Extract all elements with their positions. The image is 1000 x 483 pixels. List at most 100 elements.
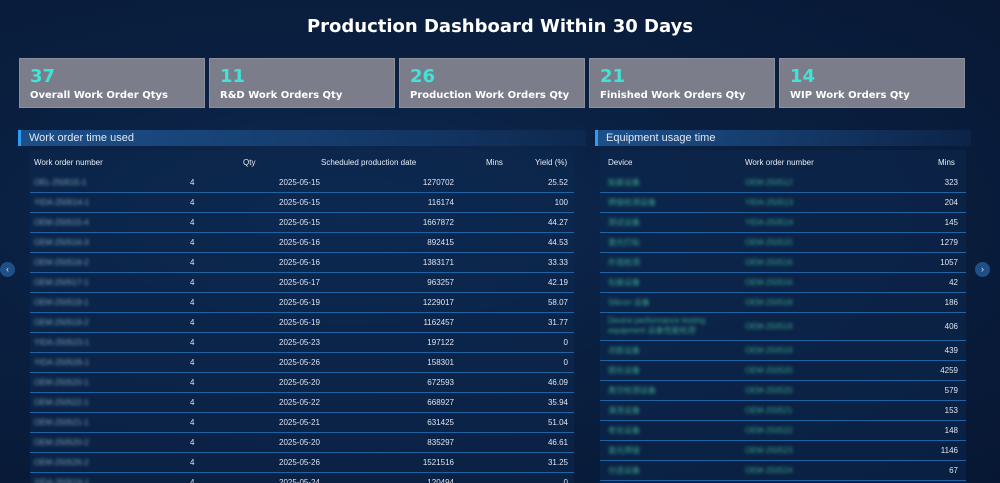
table-row[interactable]: YIDA-250514-1 4 2025-05-15 116174 100 (30, 193, 574, 213)
table-row[interactable]: OEM-250517-1 4 2025-05-17 963257 42.19 (30, 273, 574, 293)
table-row[interactable]: YIDA-250523-1 4 2025-05-23 197122 0 (30, 333, 574, 353)
yield-cell: 51.04 (547, 418, 568, 427)
qty-cell: 4 (190, 258, 195, 267)
table-row[interactable]: 外观检测 OEM-250516 1057 (600, 253, 966, 273)
equip-work-order-number: YIDA-250514 (745, 218, 794, 227)
kpi-label: WIP Work Orders Qty (790, 90, 910, 101)
mins-cell: 892415 (427, 238, 454, 247)
equip-work-order-number: OEM-250524 (745, 466, 793, 475)
scheduled-date-cell: 2025-05-20 (279, 438, 320, 447)
yield-cell: 0 (563, 358, 568, 367)
equip-work-order-number: OEM-250519 (745, 346, 793, 355)
kpi-card: 11 R&D Work Orders Qty (209, 58, 395, 108)
col-header-equip-work-order: Work order number (745, 158, 814, 167)
equip-work-order-number: OEM-250512 (745, 178, 793, 187)
equip-work-order-number: OEM-250520 (745, 366, 793, 375)
table-row[interactable]: 贴装设备 OEM-250512 323 (600, 173, 966, 193)
table-row[interactable]: 测试设备 YIDA-250514 145 (600, 213, 966, 233)
equipment-panel-title: Equipment usage time (595, 130, 971, 146)
table-row[interactable]: YIDA-250526-1 4 2025-05-26 158301 0 (30, 353, 574, 373)
mins-cell: 158301 (427, 358, 454, 367)
kpi-label: Production Work Orders Qty (410, 90, 570, 101)
equip-work-order-number: OEM-250521 (745, 406, 793, 415)
table-row[interactable]: 激光打标 OEM-250515 1279 (600, 233, 966, 253)
kpi-card: 14 WIP Work Orders Qty (779, 58, 965, 108)
scheduled-date-cell: 2025-05-24 (279, 478, 320, 483)
yield-cell: 0 (563, 478, 568, 483)
table-row[interactable]: OEM-250519-2 4 2025-05-19 1162457 31.77 (30, 313, 574, 333)
equip-work-order-number: OEM-250520 (745, 386, 793, 395)
equip-mins-cell: 42 (949, 278, 958, 287)
table-row[interactable]: 老化设备 OEM-250522 148 (600, 421, 966, 441)
carousel-prev-button[interactable]: ‹ (0, 262, 15, 277)
yield-cell: 44.27 (547, 218, 568, 227)
table-row[interactable]: OEM-250521-1 4 2025-05-21 631425 51.04 (30, 413, 574, 433)
yield-cell: 31.77 (547, 318, 568, 327)
equip-work-order-number: OEM-250516 (745, 278, 793, 287)
equip-mins-cell: 204 (944, 198, 958, 207)
work-order-number: OEL-250515-1 (34, 178, 87, 187)
work-order-rows: OEL-250515-1 4 2025-05-15 1270702 25.52 YIDA-… (30, 173, 574, 483)
carousel-next-button[interactable]: › (975, 262, 990, 277)
device-cell: 分选设备 (608, 466, 640, 475)
table-row[interactable]: OEM-250516-3 4 2025-05-16 892415 44.53 (30, 233, 574, 253)
yield-cell: 44.53 (547, 238, 568, 247)
table-row[interactable]: 焊接检测设备 YIDA-250513 204 (600, 193, 966, 213)
mins-cell: 1383171 (422, 258, 454, 267)
equip-mins-cell: 67 (949, 466, 958, 475)
table-row[interactable]: Device performance testing equipment 设备性… (600, 313, 966, 341)
kpi-label: R&D Work Orders Qty (220, 90, 343, 101)
yield-cell: 46.09 (547, 378, 568, 387)
kpi-value: 37 (30, 66, 56, 87)
work-order-number: OEM-250520-2 (34, 438, 89, 447)
table-row[interactable]: OEL-250515-1 4 2025-05-15 1270702 25.52 (30, 173, 574, 193)
table-row[interactable]: OEM-250516-2 4 2025-05-16 1383171 33.33 (30, 253, 574, 273)
table-row[interactable]: 真空检测设备 OEM-250520 579 (600, 381, 966, 401)
page-title: Production Dashboard Within 30 Days (306, 16, 694, 37)
table-row[interactable]: OEM-250526-2 4 2025-05-26 1521516 31.25 (30, 453, 574, 473)
col-header-device: Device (608, 158, 633, 167)
scheduled-date-cell: 2025-05-15 (279, 178, 320, 187)
qty-cell: 4 (190, 218, 195, 227)
table-row[interactable]: OEM-250520-1 4 2025-05-20 672593 46.09 (30, 373, 574, 393)
equip-work-order-number: OEM-250519 (745, 322, 793, 331)
work-order-number: OEM-250519-1 (34, 298, 89, 307)
equip-mins-cell: 186 (944, 298, 958, 307)
equip-mins-cell: 1279 (940, 238, 958, 247)
table-row[interactable]: YIDA-250524-1 4 2025-05-24 120494 0 (30, 473, 574, 483)
scheduled-date-cell: 2025-05-16 (279, 238, 320, 247)
table-row[interactable]: OEM-250519-1 4 2025-05-19 1229017 58.07 (30, 293, 574, 313)
scheduled-date-cell: 2025-05-22 (279, 398, 320, 407)
scheduled-date-cell: 2025-05-26 (279, 458, 320, 467)
equip-work-order-number: YIDA-250513 (745, 198, 794, 207)
work-order-number: OEM-250517-1 (34, 278, 89, 287)
qty-cell: 4 (190, 398, 195, 407)
yield-cell: 42.19 (547, 278, 568, 287)
yield-cell: 25.52 (547, 178, 568, 187)
mins-cell: 1229017 (422, 298, 454, 307)
equip-mins-cell: 145 (944, 218, 958, 227)
work-order-number: OEM-250521-1 (34, 418, 89, 427)
table-row[interactable]: 激光焊接 OEM-250523 1146 (600, 441, 966, 461)
mins-cell: 120494 (427, 478, 454, 483)
kpi-label: Finished Work Orders Qty (600, 90, 746, 101)
col-header-qty: Qty (243, 158, 256, 167)
col-header-mins: Mins (486, 158, 503, 167)
equip-work-order-number: OEM-250523 (745, 446, 793, 455)
equip-mins-cell: 148 (944, 426, 958, 435)
table-row[interactable]: 点胶设备 OEM-250519 439 (600, 341, 966, 361)
equip-mins-cell: 323 (944, 178, 958, 187)
table-row[interactable]: 清洗设备 OEM-250521 153 (600, 401, 966, 421)
table-row[interactable]: OEM-250520-2 4 2025-05-20 835297 46.61 (30, 433, 574, 453)
table-row[interactable]: 固化设备 OEM-250520 4259 (600, 361, 966, 381)
col-header-yield: Yield (%) (535, 158, 568, 167)
kpi-value: 21 (600, 66, 626, 87)
table-row[interactable]: Silicon 设备 OEM-250518 186 (600, 293, 966, 313)
qty-cell: 4 (190, 478, 195, 483)
device-cell: 测试设备 (608, 218, 640, 227)
table-row[interactable]: OEM-250522-1 4 2025-05-22 668927 35.94 (30, 393, 574, 413)
qty-cell: 4 (190, 298, 195, 307)
table-row[interactable]: OEM-250515-4 4 2025-05-15 1667872 44.27 (30, 213, 574, 233)
table-row[interactable]: 包装设备 OEM-250516 42 (600, 273, 966, 293)
table-row[interactable]: 分选设备 OEM-250524 67 (600, 461, 966, 481)
